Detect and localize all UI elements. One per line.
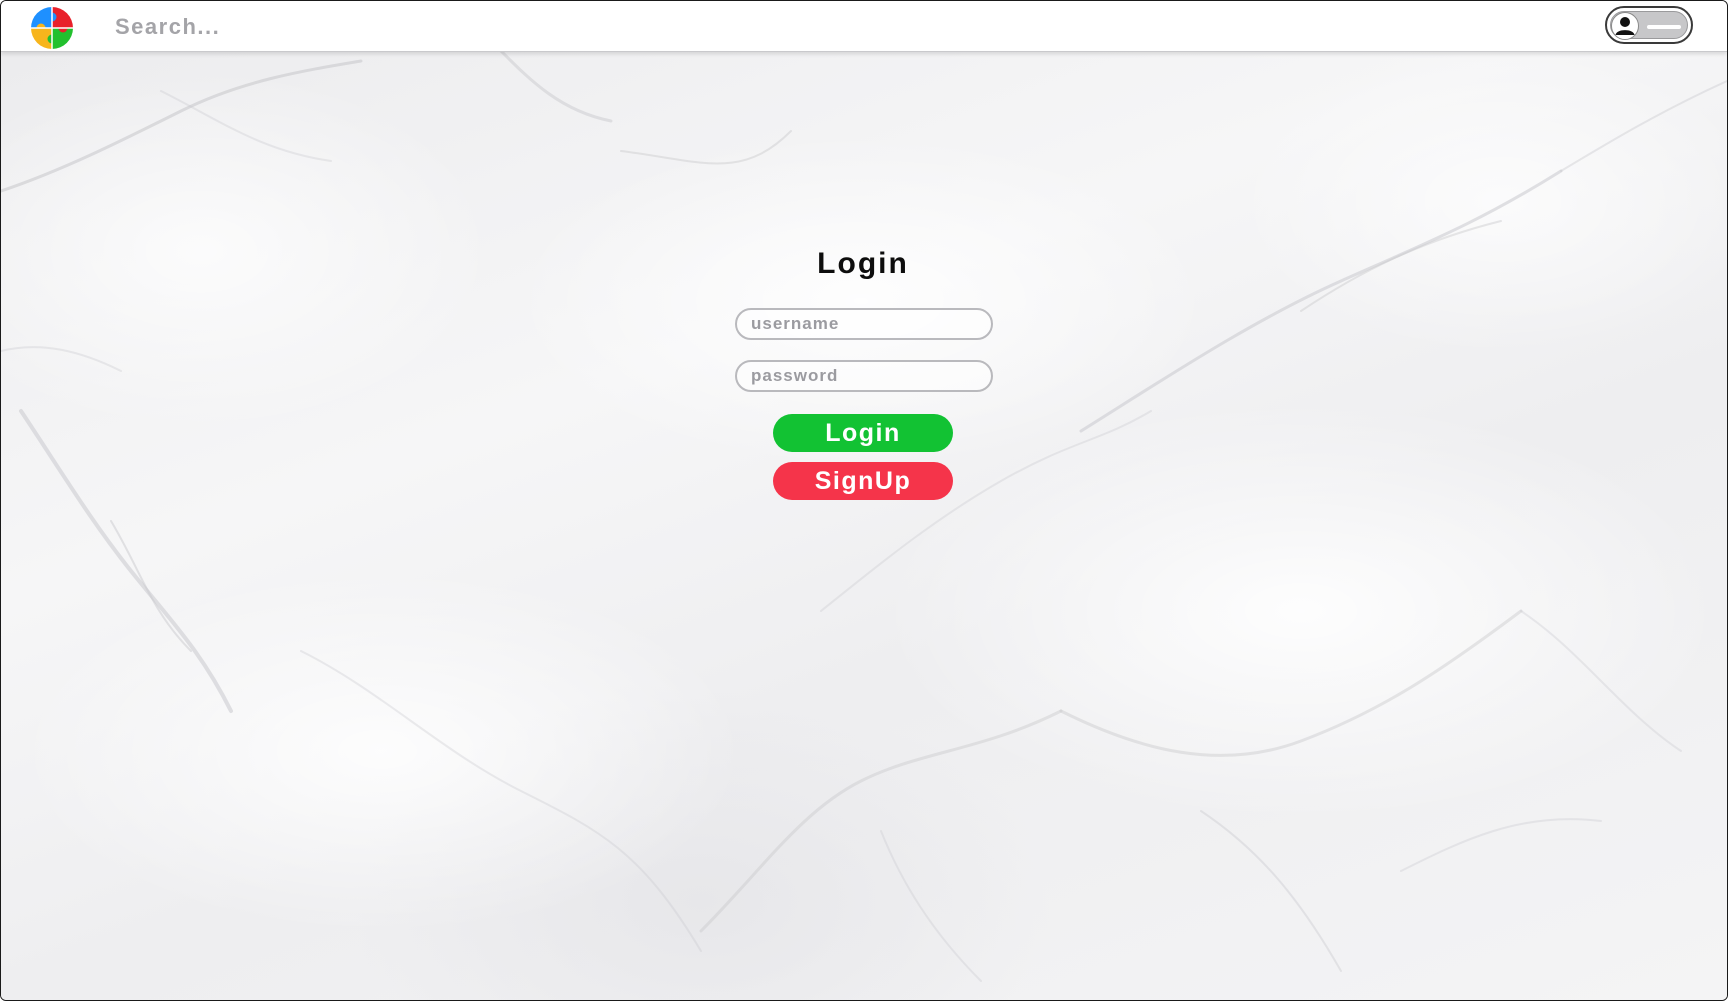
- username-input[interactable]: [735, 308, 993, 340]
- signup-button[interactable]: SignUp: [773, 462, 953, 500]
- toggle-knob: [1611, 12, 1639, 40]
- password-input[interactable]: [735, 360, 993, 392]
- top-navigation-bar: [1, 1, 1727, 52]
- marble-background: [1, 51, 1727, 1000]
- login-title: Login: [817, 247, 909, 280]
- user-account-toggle[interactable]: [1605, 6, 1693, 44]
- app-window: Login Login SignUp: [0, 0, 1728, 1001]
- search-input[interactable]: [113, 9, 717, 45]
- marble-veins: [1, 51, 1727, 982]
- puzzle-logo-icon[interactable]: [29, 5, 75, 51]
- login-button[interactable]: Login: [773, 414, 953, 452]
- user-icon: [1615, 17, 1635, 35]
- toggle-dash: [1647, 25, 1681, 29]
